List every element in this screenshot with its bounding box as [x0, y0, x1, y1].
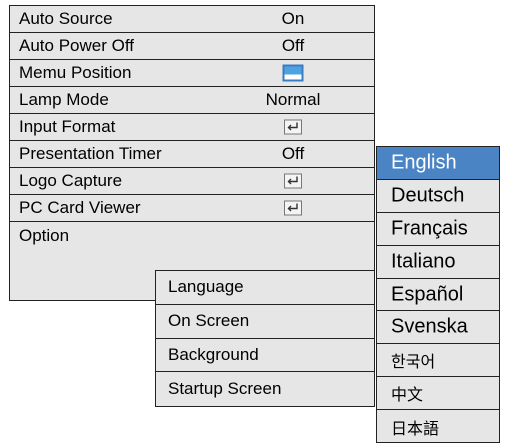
menu-item-label: Presentation Timer	[19, 144, 162, 163]
main-menu: Auto Source On Auto Power Off Off Memu P…	[9, 5, 375, 301]
language-option-japanese[interactable]: 日本語	[377, 410, 499, 443]
language-option-chinese[interactable]: 中文	[377, 377, 499, 411]
submenu-item-startup-screen[interactable]: Startup Screen	[156, 372, 374, 406]
submenu-item-background[interactable]: Background	[156, 339, 374, 373]
language-option-italiano[interactable]: Italiano	[377, 246, 499, 279]
menu-item-auto-source[interactable]: Auto Source On	[10, 6, 374, 33]
language-option-francais[interactable]: Français	[377, 213, 499, 246]
language-option-english[interactable]: English	[377, 147, 499, 180]
menu-position-icon	[282, 64, 304, 82]
menu-item-pc-card-viewer[interactable]: PC Card Viewer	[10, 195, 374, 222]
menu-item-auto-power-off[interactable]: Auto Power Off Off	[10, 33, 374, 60]
submenu-item-label: Startup Screen	[168, 379, 282, 399]
menu-item-label: Auto Power Off	[19, 36, 134, 55]
submenu-item-label: On Screen	[168, 311, 250, 331]
language-option-svenska[interactable]: Svenska	[377, 312, 499, 345]
submenu-item-label: Language	[168, 277, 244, 297]
language-submenu: English Deutsch Français Italiano Españo…	[376, 146, 500, 443]
enter-icon	[284, 119, 302, 135]
menu-item-label: Memu Position	[19, 63, 132, 82]
menu-item-value: Off	[281, 144, 305, 163]
language-option-label: English	[391, 151, 457, 174]
menu-item-label: Logo Capture	[19, 171, 123, 190]
menu-item-input-format[interactable]: Input Format	[10, 114, 374, 141]
language-option-label: Français	[391, 217, 468, 240]
enter-icon	[284, 173, 302, 189]
menu-item-value: On	[281, 9, 305, 28]
language-option-label: 한국어	[391, 354, 436, 372]
menu-item-label: PC Card Viewer	[19, 198, 141, 217]
submenu-item-label: Background	[168, 344, 259, 364]
menu-item-label: Input Format	[19, 117, 116, 136]
language-option-deutsch[interactable]: Deutsch	[377, 180, 499, 213]
submenu-item-on-screen[interactable]: On Screen	[156, 305, 374, 339]
menu-item-menu-position[interactable]: Memu Position	[10, 60, 374, 87]
language-option-label: Italiano	[391, 250, 456, 273]
menu-item-value: Normal	[265, 90, 321, 109]
menu-item-logo-capture[interactable]: Logo Capture	[10, 168, 374, 195]
menu-item-label: Lamp Mode	[19, 90, 109, 109]
menu-item-option[interactable]: Option	[10, 222, 374, 249]
menu-item-label: Auto Source	[19, 9, 113, 28]
language-option-label: 中文	[391, 387, 424, 405]
language-option-label: Svenska	[391, 315, 468, 338]
menu-item-label: Option	[19, 225, 70, 245]
menu-item-value: Off	[281, 36, 305, 55]
language-option-korean[interactable]: 한국어	[377, 344, 499, 378]
language-option-label: Español	[391, 283, 464, 306]
enter-icon	[284, 200, 302, 216]
option-submenu: Language On Screen Background Startup Sc…	[155, 270, 375, 407]
submenu-item-language[interactable]: Language	[156, 271, 374, 305]
language-option-espanol[interactable]: Español	[377, 279, 499, 312]
language-option-label: 日本語	[391, 420, 440, 438]
menu-item-lamp-mode[interactable]: Lamp Mode Normal	[10, 87, 374, 114]
menu-item-presentation-timer[interactable]: Presentation Timer Off	[10, 141, 374, 168]
language-option-label: Deutsch	[391, 184, 465, 207]
